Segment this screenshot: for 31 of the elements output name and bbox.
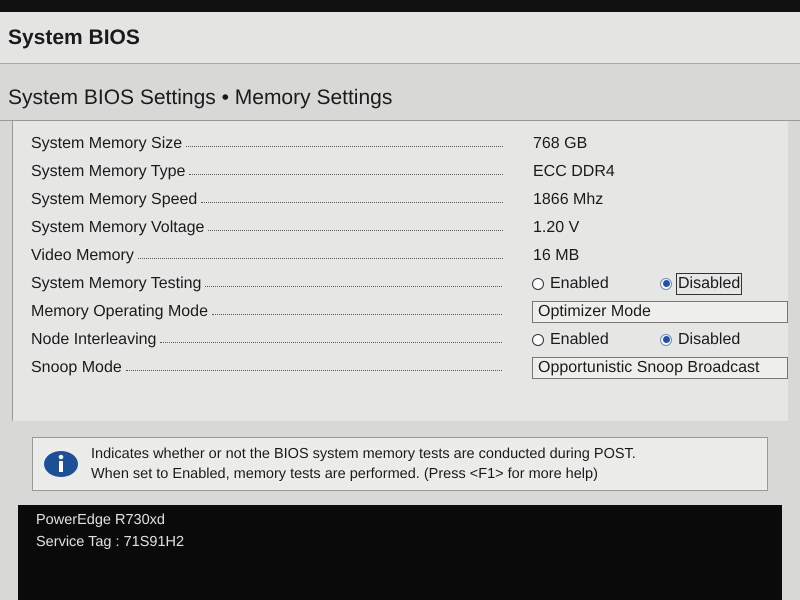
page-title: System BIOS Settings • Memory Settings: [8, 86, 392, 109]
setting-value: ECC DDR4: [533, 162, 615, 182]
setting-label: System Memory Type: [31, 162, 186, 182]
setting-value: 768 GB: [533, 134, 588, 154]
window-title: System BIOS: [8, 24, 140, 51]
radio-button[interactable]: [660, 334, 672, 346]
setting-label: Snoop Mode: [31, 358, 122, 378]
radio-label: Disabled: [676, 272, 742, 294]
help-text: Indicates whether or not the BIOS system memory tests are conducted during POST.: [91, 444, 636, 464]
model-name: PowerEdge R730xd: [36, 510, 166, 530]
setting-label: Node Interleaving: [31, 330, 156, 350]
setting-value: 1866 Mhz: [533, 190, 604, 210]
setting-label: Video Memory: [31, 246, 134, 266]
radio-button[interactable]: [660, 278, 672, 290]
service-tag: Service Tag : 71S91H2: [36, 530, 764, 552]
dropdown-field[interactable]: Opportunistic Snoop Broadcast: [532, 356, 788, 378]
info-icon: [43, 450, 79, 478]
setting-label: Memory Operating Mode: [31, 302, 208, 322]
setting-label: System Memory Testing: [31, 274, 202, 294]
setting-label: System Memory Speed: [31, 190, 198, 210]
radio-button[interactable]: [532, 334, 544, 346]
help-text: When set to Enabled, memory tests are performed. (Press <F1> for more help): [91, 464, 599, 484]
setting-label: System Memory Size: [31, 134, 182, 154]
radio-label: Disabled: [677, 330, 742, 350]
radio-button[interactable]: [532, 278, 544, 290]
radio-label: Enabled: [549, 274, 610, 294]
radio-label: Enabled: [549, 330, 610, 350]
dropdown-field[interactable]: Optimizer Mode: [532, 300, 788, 322]
setting-value: 16 MB: [533, 246, 580, 266]
setting-value: 1.20 V: [533, 218, 580, 238]
setting-label: System Memory Voltage: [31, 218, 204, 238]
